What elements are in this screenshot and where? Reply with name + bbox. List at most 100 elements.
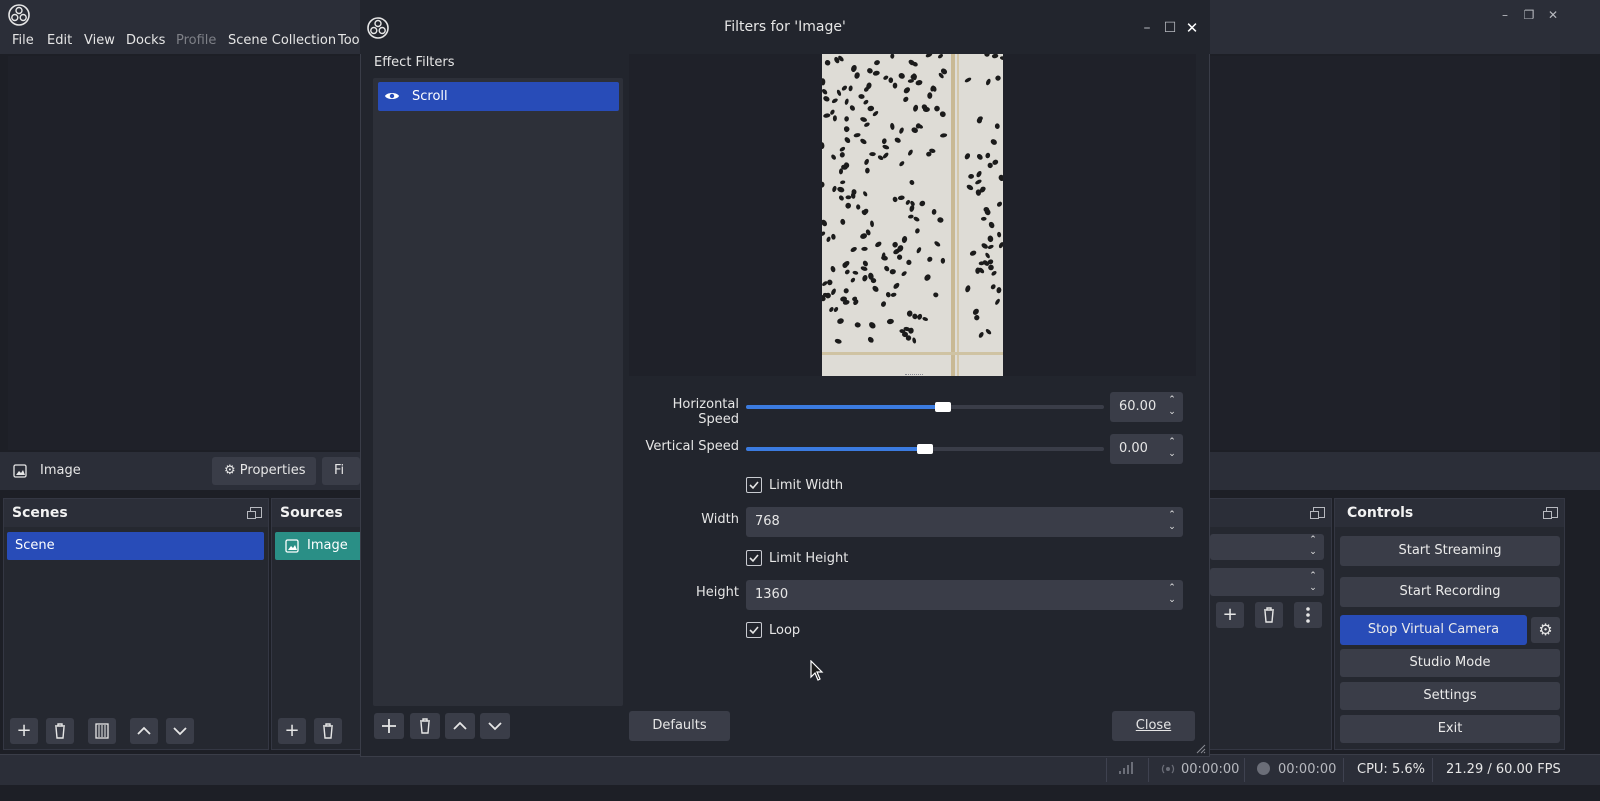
height-value: 1360: [755, 587, 789, 602]
width-value: 768: [755, 514, 780, 529]
checkmark-icon: [749, 626, 759, 635]
filter-icon: [95, 723, 109, 739]
remove-source-button[interactable]: [314, 718, 342, 744]
chevron-up-icon: [453, 721, 467, 730]
spin-arrows-icon[interactable]: ⌃ ⌄: [1167, 509, 1177, 535]
transition-menu-button[interactable]: [1294, 602, 1322, 628]
trash-icon: [323, 723, 333, 739]
close-button[interactable]: Close: [1112, 711, 1195, 741]
remove-scene-button[interactable]: [46, 718, 74, 744]
dialog-title: Filters for 'Image': [724, 19, 846, 35]
loop-label[interactable]: Loop: [769, 623, 800, 638]
chevron-down-icon: [173, 727, 187, 736]
limit-width-checkbox[interactable]: [746, 477, 762, 493]
scene-filters-button[interactable]: [88, 718, 116, 744]
trash-icon: [1264, 607, 1274, 623]
status-divider: [1432, 758, 1433, 782]
minimize-icon[interactable]: –: [1498, 8, 1512, 22]
undock-icon[interactable]: [1310, 507, 1325, 519]
undock-icon[interactable]: [247, 507, 262, 519]
studio-mode-button[interactable]: Studio Mode: [1340, 649, 1560, 677]
width-input[interactable]: 768 ⌃ ⌄: [746, 507, 1183, 537]
seeds-photo: [822, 54, 1003, 376]
horizontal-speed-handle[interactable]: [934, 402, 951, 412]
spin-arrows-icon[interactable]: ⌃ ⌄: [1167, 436, 1177, 462]
mouse-cursor-icon: [810, 660, 824, 682]
gear-icon: ⚙: [224, 463, 236, 478]
image-source-icon: [285, 539, 299, 553]
vertical-speed-input[interactable]: 0.00 ⌃ ⌄: [1110, 434, 1183, 464]
start-streaming-button[interactable]: Start Streaming: [1340, 536, 1560, 566]
resize-grip-icon[interactable]: [1194, 742, 1206, 754]
chevron-down-icon: [488, 722, 502, 731]
height-label: Height: [696, 585, 739, 600]
obs-logo-icon: [8, 4, 30, 26]
checkmark-icon: [749, 481, 759, 490]
restore-icon[interactable]: ❐: [1522, 8, 1536, 22]
close-icon[interactable]: ✕: [1546, 8, 1560, 22]
horizontal-speed-input[interactable]: 60.00 ⌃ ⌄: [1110, 392, 1183, 422]
settings-button[interactable]: Settings: [1340, 682, 1560, 710]
preview-image: [822, 54, 1003, 376]
menu-scene-collection[interactable]: Scene Collection: [228, 33, 336, 48]
undock-icon[interactable]: [1543, 507, 1558, 519]
move-scene-down-button[interactable]: [166, 718, 194, 744]
transition-duration[interactable]: ⌃ ⌄: [1210, 568, 1324, 596]
spin-arrows-icon[interactable]: ⌃ ⌄: [1167, 394, 1177, 420]
height-input[interactable]: 1360 ⌃ ⌄: [746, 580, 1183, 610]
menu-file[interactable]: File: [12, 33, 34, 48]
eye-icon[interactable]: [384, 90, 400, 102]
gear-icon: ⚙: [1538, 620, 1553, 639]
trash-icon: [420, 718, 430, 734]
horizontal-speed-fill: [746, 405, 943, 409]
splitter-handle[interactable]: [905, 374, 923, 377]
filters-button[interactable]: Fi: [322, 457, 360, 485]
scene-item[interactable]: Scene: [7, 532, 264, 560]
limit-height-label[interactable]: Limit Height: [769, 551, 848, 566]
streaming-status-icon: [1160, 762, 1176, 776]
remove-filter-button[interactable]: [410, 713, 440, 739]
add-scene-button[interactable]: +: [10, 718, 38, 744]
width-label: Width: [701, 512, 739, 527]
loop-checkbox[interactable]: [746, 622, 762, 638]
add-transition-button[interactable]: +: [1216, 602, 1244, 628]
filters-label: Fi: [334, 463, 345, 478]
filter-item-label: Scroll: [412, 89, 448, 104]
add-source-button[interactable]: +: [278, 718, 306, 744]
vertical-speed-value: 0.00: [1119, 441, 1148, 456]
spin-arrows-icon[interactable]: ⌃ ⌄: [1167, 582, 1177, 608]
menu-profile[interactable]: Profile: [176, 33, 216, 48]
menu-view[interactable]: View: [84, 33, 115, 48]
status-divider: [1244, 758, 1245, 782]
more-vertical-icon: [1306, 607, 1310, 623]
close-icon[interactable]: ✕: [1185, 21, 1199, 36]
move-filter-up-button[interactable]: [445, 713, 475, 739]
image-icon: [13, 464, 27, 478]
virtual-camera-settings-button[interactable]: ⚙: [1531, 617, 1560, 643]
status-divider: [1148, 758, 1149, 782]
move-filter-down-button[interactable]: [480, 713, 510, 739]
start-recording-button[interactable]: Start Recording: [1340, 577, 1560, 607]
menu-edit[interactable]: Edit: [47, 33, 72, 48]
transition-select[interactable]: ⌃ ⌄: [1210, 534, 1324, 560]
maximize-icon[interactable]: ☐: [1163, 21, 1177, 35]
checkmark-icon: [749, 554, 759, 563]
menu-docks[interactable]: Docks: [126, 33, 165, 48]
menu-tools[interactable]: Too: [338, 33, 360, 48]
minimize-icon[interactable]: –: [1140, 21, 1154, 35]
exit-button[interactable]: Exit: [1340, 715, 1560, 743]
stop-virtual-camera-button[interactable]: Stop Virtual Camera: [1340, 615, 1527, 645]
limit-height-checkbox[interactable]: [746, 550, 762, 566]
scenes-title: Scenes: [12, 505, 68, 521]
move-scene-up-button[interactable]: [130, 718, 158, 744]
defaults-button[interactable]: Defaults: [629, 711, 730, 741]
select-arrows-icon: ⌃ ⌄: [1309, 535, 1317, 557]
horizontal-speed-label: Horizontal Speed: [672, 397, 739, 427]
add-filter-button[interactable]: [374, 713, 404, 739]
properties-button[interactable]: ⚙ Properties: [212, 457, 316, 485]
spin-arrows-icon: ⌃ ⌄: [1309, 571, 1317, 593]
vertical-speed-label: Vertical Speed: [645, 439, 739, 454]
vertical-speed-handle[interactable]: [917, 444, 933, 454]
limit-width-label[interactable]: Limit Width: [769, 478, 843, 493]
remove-transition-button[interactable]: [1255, 602, 1283, 628]
